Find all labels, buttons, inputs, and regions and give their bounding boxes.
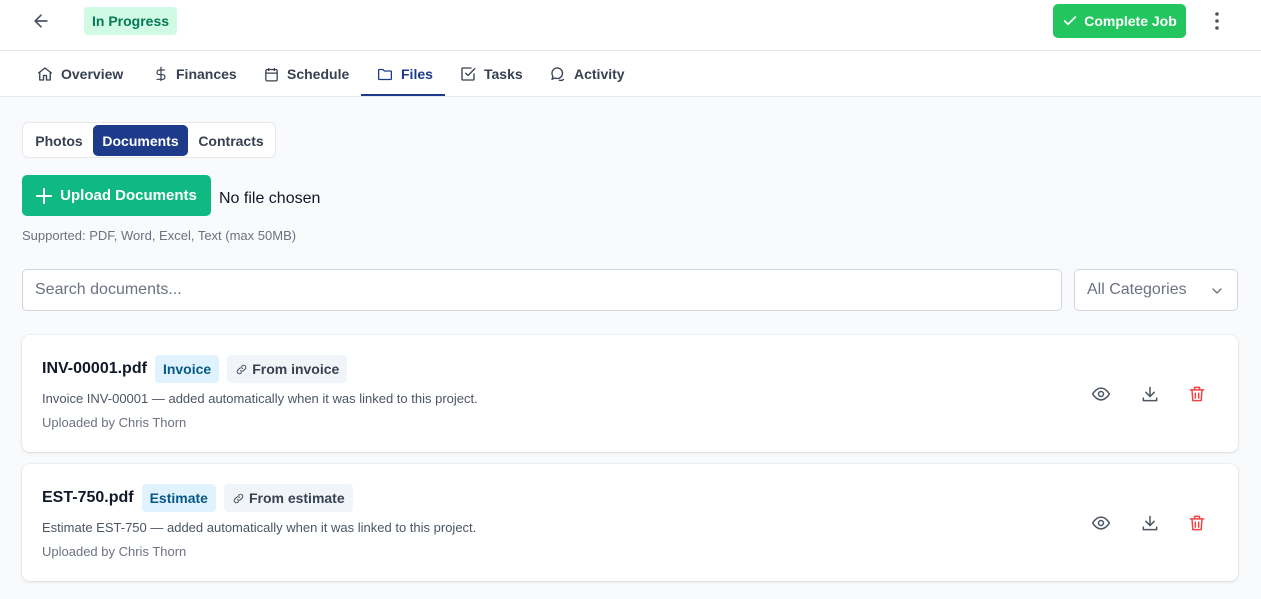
job-tabs: Overview Finances Schedule Files Tasks A… xyxy=(0,51,1261,97)
source-badge: From estimate xyxy=(223,484,353,512)
source-badge: From invoice xyxy=(227,355,348,383)
download-button[interactable] xyxy=(1139,512,1161,534)
tab-tasks[interactable]: Tasks xyxy=(459,51,523,97)
dollar-icon xyxy=(156,66,166,82)
document-card: EST-750.pdf Estimate From estimate Estim… xyxy=(22,464,1238,581)
supported-formats-text: Supported: PDF, Word, Excel, Text (max 5… xyxy=(22,228,297,243)
complete-job-label: Complete Job xyxy=(1084,13,1177,29)
chat-icon xyxy=(551,67,565,82)
tab-label: Overview xyxy=(61,66,124,82)
tab-label: Finances xyxy=(176,66,237,82)
back-button[interactable] xyxy=(28,8,54,34)
download-icon xyxy=(1142,515,1158,531)
document-uploader: Uploaded by Chris Thorn xyxy=(42,544,187,559)
status-badge: In Progress xyxy=(84,7,178,35)
check-icon xyxy=(1064,16,1077,26)
tab-schedule[interactable]: Schedule xyxy=(263,51,349,97)
document-filename: INV-00001.pdf xyxy=(42,360,147,377)
document-description: Estimate EST-750 — added automatically w… xyxy=(42,520,477,535)
download-button[interactable] xyxy=(1139,383,1161,405)
category-filter-value: All Categories xyxy=(1087,281,1187,298)
tab-activity[interactable]: Activity xyxy=(549,51,625,97)
complete-job-button[interactable]: Complete Job xyxy=(1053,4,1186,38)
more-options-button[interactable] xyxy=(1205,8,1229,34)
eye-icon xyxy=(1091,387,1111,401)
download-icon xyxy=(1142,386,1158,402)
delete-button[interactable] xyxy=(1186,512,1208,534)
arrow-left-icon xyxy=(34,14,48,28)
upload-documents-button[interactable]: Upload Documents xyxy=(22,175,211,216)
checkbox-icon xyxy=(461,67,476,81)
tab-files[interactable]: Files xyxy=(376,51,433,97)
document-card: INV-00001.pdf Invoice From invoice Invoi… xyxy=(22,335,1238,452)
segment-photos[interactable]: Photos xyxy=(27,125,91,156)
segment-contracts[interactable]: Contracts xyxy=(190,125,272,156)
search-documents-input[interactable] xyxy=(22,269,1062,311)
tab-overview[interactable]: Overview xyxy=(36,51,123,97)
calendar-icon xyxy=(265,67,278,82)
view-button[interactable] xyxy=(1090,512,1112,534)
file-status-text: No file chosen xyxy=(219,190,321,207)
view-button[interactable] xyxy=(1090,383,1112,405)
link-icon xyxy=(236,364,247,374)
trash-icon xyxy=(1189,386,1205,402)
category-filter-select[interactable]: All Categories xyxy=(1074,269,1238,311)
document-title-row: INV-00001.pdf Invoice From invoice xyxy=(42,355,348,383)
document-filename: EST-750.pdf xyxy=(42,489,134,506)
tab-finances[interactable]: Finances xyxy=(153,51,237,97)
delete-button[interactable] xyxy=(1186,383,1208,405)
folder-icon xyxy=(377,68,393,80)
source-label: From estimate xyxy=(248,490,345,506)
segment-documents[interactable]: Documents xyxy=(93,125,188,156)
more-vertical-icon xyxy=(1215,12,1219,30)
tab-label: Schedule xyxy=(287,66,350,82)
source-label: From invoice xyxy=(252,361,340,377)
document-title-row: EST-750.pdf Estimate From estimate xyxy=(42,484,353,512)
upload-label: Upload Documents xyxy=(60,187,197,204)
trash-icon xyxy=(1189,515,1205,531)
document-description: Invoice INV-00001 — added automatically … xyxy=(42,391,478,406)
tab-label: Activity xyxy=(574,66,625,82)
tab-label: Files xyxy=(401,66,433,82)
category-badge: Estimate xyxy=(141,484,216,512)
active-tab-indicator xyxy=(361,94,445,96)
chevron-down-icon xyxy=(1212,288,1222,294)
tab-label: Tasks xyxy=(484,66,523,82)
file-type-switcher: Photos Documents Contracts xyxy=(22,122,276,158)
eye-icon xyxy=(1091,516,1111,530)
top-bar: In Progress Complete Job xyxy=(0,0,1261,51)
document-uploader: Uploaded by Chris Thorn xyxy=(42,415,187,430)
category-badge: Invoice xyxy=(154,355,220,383)
link-icon xyxy=(233,493,244,503)
home-icon xyxy=(37,67,53,81)
plus-icon xyxy=(36,187,53,204)
